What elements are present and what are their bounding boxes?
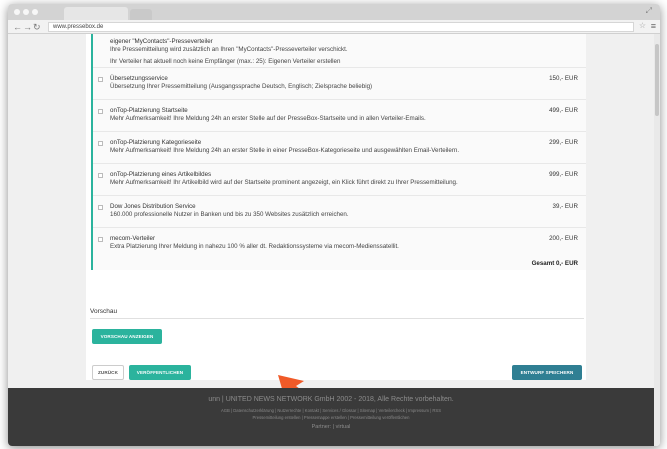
service-price: 200,- EUR <box>549 235 578 242</box>
service-title: onTop-Platzierung Startseite <box>110 107 188 114</box>
forward-arrow-icon[interactable]: → <box>23 21 32 33</box>
service-checkbox[interactable] <box>98 173 103 178</box>
show-preview-button[interactable]: VORSCHAU ANZEIGEN <box>92 329 162 344</box>
service-price: 39,- EUR <box>552 203 578 210</box>
maximize-window-icon[interactable] <box>32 9 38 15</box>
site-footer: unn | UNITED NEWS NETWORK GmbH 2002 - 20… <box>8 388 654 446</box>
service-checkbox[interactable] <box>98 237 103 242</box>
extra-services-list: eigener "MyContacts"-Presseverteiler Ihr… <box>91 34 586 270</box>
service-checkbox[interactable] <box>98 205 103 210</box>
page-scrollbar[interactable] <box>654 34 660 446</box>
footer-partner: Partner: | virtual <box>311 424 351 430</box>
service-title: Dow Jones Distribution Service <box>110 203 196 210</box>
service-row: Übersetzungsservice Übersetzung Ihrer Pre… <box>93 67 586 97</box>
footer-links-secondary[interactable]: Pressemitteilung erstellen | Pressemappe… <box>8 415 654 420</box>
service-price: 499,- EUR <box>549 107 578 114</box>
divider <box>90 318 584 319</box>
service-description: Übersetzung Ihrer Pressemitteilung (Ausg… <box>110 83 373 90</box>
service-description: Extra Platzierung Ihrer Meldung in nahez… <box>110 243 399 250</box>
mycontacts-desc: Ihre Pressemitteilung wird zusätzlich an… <box>110 46 348 53</box>
browser-menu-icon[interactable]: ≡ <box>651 21 656 31</box>
mycontacts-title: eigener "MyContacts"-Presseverteiler <box>110 38 213 45</box>
service-row: Dow Jones Distribution Service 160.000 pr… <box>93 195 586 225</box>
browser-titlebar: ⤢ <box>8 4 660 20</box>
new-tab-button[interactable] <box>130 9 152 20</box>
browser-tab-active[interactable] <box>64 7 128 20</box>
service-price: 299,- EUR <box>549 139 578 146</box>
reload-icon[interactable]: ↻ <box>33 21 41 33</box>
bookmark-star-icon[interactable]: ☆ <box>639 21 646 30</box>
service-checkbox[interactable] <box>98 141 103 146</box>
service-row: onTop-Platzierung Kategorieseite Mehr Auf… <box>93 131 586 161</box>
service-title: mecom-Verteiler <box>110 235 156 242</box>
fullscreen-icon[interactable]: ⤢ <box>646 6 652 16</box>
service-row: onTop-Platzierung eines Artikelbildes Meh… <box>93 163 586 193</box>
browser-window: ⤢ ← → ↻ www.pressebox.de ☆ ≡ eigener "My… <box>8 4 660 446</box>
service-title: onTop-Platzierung Kategorieseite <box>110 139 202 146</box>
service-checkbox[interactable] <box>98 109 103 114</box>
service-description: Mehr Aufmerksamkeit! Ihre Meldung 24h an… <box>110 115 426 122</box>
publish-form: eigener "MyContacts"-Presseverteiler Ihr… <box>86 34 586 408</box>
address-bar[interactable]: www.pressebox.de <box>48 22 634 32</box>
minimize-window-icon[interactable] <box>23 9 29 15</box>
service-price: 150,- EUR <box>549 75 578 82</box>
publish-button[interactable]: VERÖFFENTLICHEN <box>129 365 191 380</box>
service-title: onTop-Platzierung eines Artikelbildes <box>110 171 212 178</box>
service-row: mecom-Verteiler Extra Platzierung Ihrer M… <box>93 227 586 257</box>
preview-section-title: Vorschau <box>90 308 118 315</box>
page-viewport: eigener "MyContacts"-Presseverteiler Ihr… <box>8 34 660 446</box>
back-button[interactable]: ZURÜCK <box>92 365 124 380</box>
browser-toolbar: ← → ↻ www.pressebox.de ☆ ≡ <box>8 20 660 34</box>
service-row: onTop-Platzierung Startseite Mehr Aufmerk… <box>93 99 586 129</box>
service-description: Mehr Aufmerksamkeit! Ihr Artikelbild wir… <box>110 179 458 186</box>
mycontacts-note: Ihr Verteiler hat aktuell noch keine Emp… <box>110 58 341 65</box>
back-arrow-icon[interactable]: ← <box>13 21 22 33</box>
service-checkbox[interactable] <box>98 77 103 82</box>
service-price: 999,- EUR <box>549 171 578 178</box>
footer-links[interactable]: AGB | Datenschutzerklärung | Nutzerrecht… <box>8 408 654 413</box>
service-description: Mehr Aufmerksamkeit! Ihre Meldung 24h an… <box>110 147 460 154</box>
service-description: 160.000 professionelle Nutzer in Banken … <box>110 211 349 218</box>
scrollbar-thumb[interactable] <box>655 44 659 116</box>
save-draft-button[interactable]: ENTWURF SPEICHERN <box>512 365 582 380</box>
total-price: Gesamt 0,- EUR <box>531 260 578 267</box>
footer-copyright: unn | UNITED NEWS NETWORK GmbH 2002 - 20… <box>208 396 454 403</box>
close-window-icon[interactable] <box>14 9 20 15</box>
service-title: Übersetzungsservice <box>110 75 168 82</box>
